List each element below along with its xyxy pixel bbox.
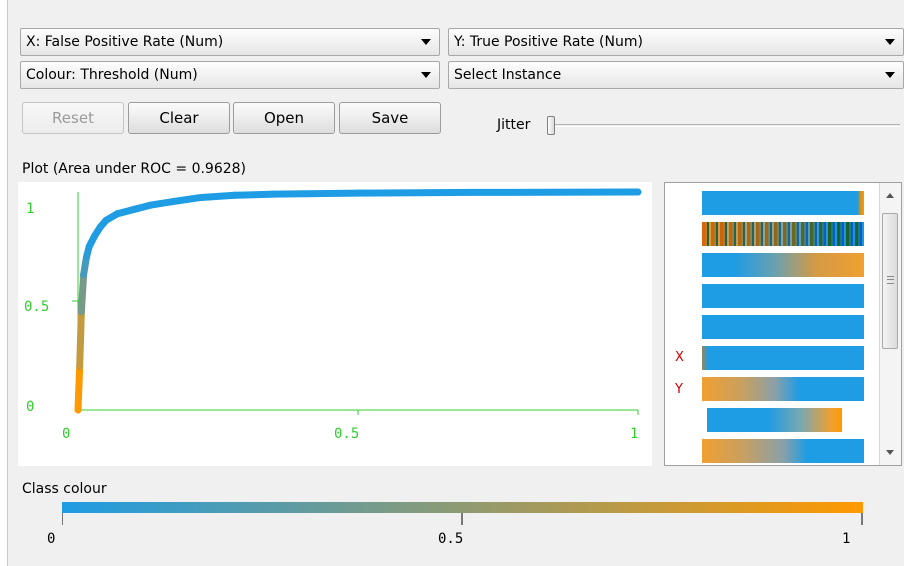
attribute-strip[interactable] xyxy=(702,222,864,246)
scroll-down-icon[interactable] xyxy=(886,450,894,455)
attribute-strip[interactable] xyxy=(707,408,842,432)
roc-plot: 1 0.5 0 0 0.5 1 xyxy=(24,188,642,442)
chevron-down-icon xyxy=(885,72,895,78)
window-bottom-border xyxy=(8,556,904,566)
x-axis-marker: X xyxy=(675,350,684,365)
attribute-strip[interactable] xyxy=(702,315,864,339)
roc-curve-segment xyxy=(74,362,84,414)
attribute-strip[interactable] xyxy=(702,191,864,215)
attribute-strip[interactable] xyxy=(702,346,864,370)
jitter-slider-handle[interactable] xyxy=(547,116,555,135)
attribute-strip[interactable] xyxy=(702,439,864,463)
chevron-down-icon xyxy=(885,39,895,45)
open-button[interactable]: Open xyxy=(233,102,335,134)
window-left-border xyxy=(0,0,8,566)
class-colour-title: Class colour xyxy=(22,481,107,497)
plot-title: Plot (Area under ROC = 0.9628) xyxy=(22,161,247,177)
roc-curve-segment xyxy=(77,271,88,316)
class-colour-gradient xyxy=(62,502,863,513)
roc-plot-panel[interactable]: 1 0.5 0 0 0.5 1 xyxy=(18,182,652,466)
class-colour-axis xyxy=(61,513,863,527)
attribute-strip[interactable] xyxy=(702,253,864,277)
x-axis-selector-label: X: False Positive Rate (Num) xyxy=(26,34,224,50)
x-tick-label-1: 1 xyxy=(630,426,638,442)
attribute-strips-panel[interactable]: X Y xyxy=(664,182,902,466)
class-colour-tick-1: 1 xyxy=(842,531,851,547)
roc-curve-segment xyxy=(231,190,278,199)
save-button[interactable]: Save xyxy=(339,102,441,134)
roc-curve-segment xyxy=(147,197,183,209)
grip-icon xyxy=(887,276,894,284)
side-panel-scrollbar[interactable] xyxy=(879,183,901,465)
reset-button[interactable]: Reset xyxy=(22,102,124,134)
clear-button[interactable]: Clear xyxy=(128,102,230,134)
x-axis-selector[interactable]: X: False Positive Rate (Num) xyxy=(20,28,440,56)
instance-selector[interactable]: Select Instance xyxy=(448,61,904,89)
y-tick-label-1: 1 xyxy=(26,201,34,217)
roc-curve-segment xyxy=(76,308,85,370)
y-tick-label-0.5: 0.5 xyxy=(24,299,49,315)
x-tick-label-0: 0 xyxy=(62,426,70,442)
class-colour-tick-0: 0 xyxy=(47,531,56,547)
roc-curve-segment xyxy=(354,188,474,197)
y-axis-marker: Y xyxy=(675,382,683,397)
chevron-down-icon xyxy=(421,39,431,45)
y-axis-selector[interactable]: Y: True Positive Rate (Num) xyxy=(448,28,904,56)
attribute-strip[interactable] xyxy=(702,284,864,308)
y-tick-label-0: 0 xyxy=(26,399,34,415)
jitter-slider-track[interactable] xyxy=(548,124,900,127)
roc-curve-group xyxy=(74,188,642,414)
chevron-down-icon xyxy=(421,72,431,78)
y-axis-selector-label: Y: True Positive Rate (Num) xyxy=(454,34,643,50)
scrollbar-thumb[interactable] xyxy=(882,213,898,349)
colour-selector-label: Colour: Threshold (Num) xyxy=(26,67,198,83)
scroll-up-icon[interactable] xyxy=(886,193,894,198)
roc-curve-segment xyxy=(197,191,239,201)
attribute-strip[interactable] xyxy=(702,377,864,401)
jitter-label: Jitter xyxy=(497,117,531,133)
instance-selector-label: Select Instance xyxy=(454,67,562,83)
colour-selector[interactable]: Colour: Threshold (Num) xyxy=(20,61,440,89)
roc-curve-segment xyxy=(270,189,362,198)
x-tick-label-0.5: 0.5 xyxy=(334,426,359,442)
class-colour-tick-0.5: 0.5 xyxy=(438,531,464,547)
